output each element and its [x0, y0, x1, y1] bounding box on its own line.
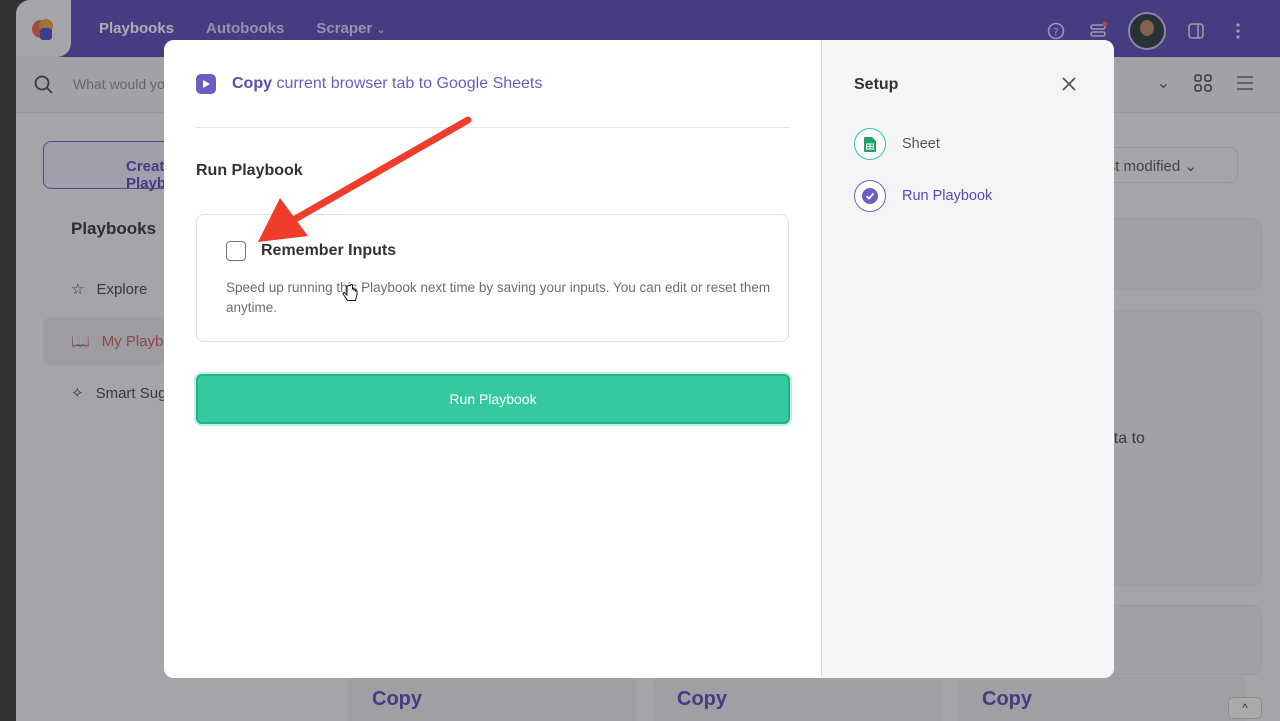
play-icon — [196, 74, 216, 94]
remember-inputs-checkbox[interactable] — [226, 241, 246, 261]
divider — [196, 127, 790, 128]
close-icon[interactable] — [1060, 75, 1078, 93]
section-title: Run Playbook — [196, 162, 303, 179]
setup-step-label: Sheet — [902, 136, 940, 152]
playbook-title: Copy current browser tab to Google Sheet… — [196, 74, 542, 94]
modal-main-panel: Copy current browser tab to Google Sheet… — [164, 40, 822, 678]
remember-inputs-description: Speed up running this Playbook next time… — [226, 280, 771, 315]
setup-title: Setup — [854, 76, 899, 93]
setup-step-run-playbook[interactable]: Run Playbook — [854, 180, 992, 212]
run-playbook-modal: Copy current browser tab to Google Sheet… — [164, 40, 1114, 678]
setup-panel: Setup Sheet Run Playbook — [822, 40, 1114, 678]
google-sheets-icon — [854, 128, 886, 160]
run-playbook-button[interactable]: Run Playbook — [196, 374, 790, 424]
setup-step-sheet[interactable]: Sheet — [854, 128, 940, 160]
playbook-description: current browser tab to Google Sheets — [276, 75, 543, 92]
hand-cursor-icon — [342, 284, 358, 301]
playbook-verb: Copy — [232, 75, 272, 92]
check-circle-icon — [854, 180, 886, 212]
setup-step-label: Run Playbook — [902, 188, 993, 204]
playbook-title-text: Copy current browser tab to Google Sheet… — [232, 75, 542, 93]
remember-inputs-panel: Remember Inputs Speed up running this Pl… — [196, 214, 789, 342]
remember-inputs-label[interactable]: Remember Inputs — [261, 242, 396, 260]
